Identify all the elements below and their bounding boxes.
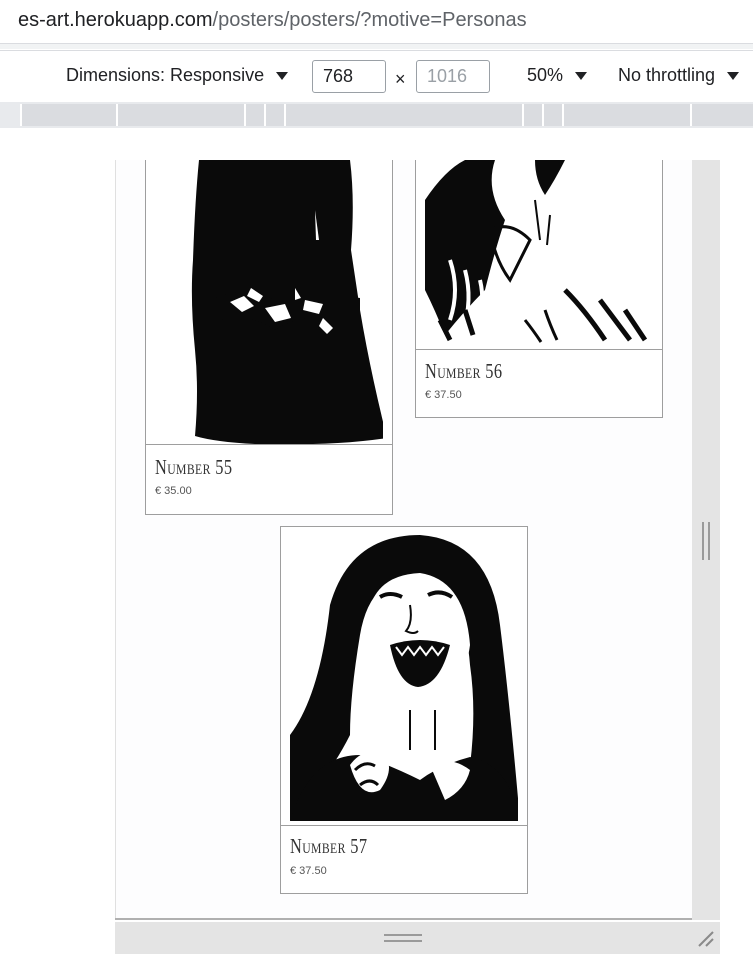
- product-price: € 35.00: [155, 485, 192, 497]
- ruler-segment[interactable]: [562, 104, 690, 126]
- caret-down-icon: [575, 71, 588, 80]
- ruler-segment[interactable]: [116, 104, 244, 126]
- ruler-segment[interactable]: [522, 104, 542, 126]
- poster-figure-hair: [425, 160, 653, 347]
- dimensions-label: Dimensions: Responsive: [66, 65, 265, 85]
- address-bar-divider: [0, 43, 753, 49]
- vertical-resize-grip-icon[interactable]: [702, 522, 710, 560]
- height-input[interactable]: 1016: [416, 60, 490, 93]
- product-caption: Number 55 € 35.00: [146, 444, 392, 514]
- ruler-segment[interactable]: [284, 104, 522, 126]
- horizontal-resize-grip-icon[interactable]: [384, 934, 422, 942]
- ruler-segment[interactable]: [244, 104, 264, 126]
- media-query-ruler: [0, 102, 753, 128]
- ruler-segment[interactable]: [264, 104, 284, 126]
- poster-figure-dress: [155, 160, 383, 445]
- dimensions-dropdown[interactable]: Dimensions: Responsive: [66, 65, 289, 86]
- zoom-dropdown[interactable]: 50%: [527, 65, 588, 86]
- product-image[interactable]: [155, 160, 383, 445]
- product-card[interactable]: Number 56 € 37.50: [415, 160, 663, 418]
- device-toolbar: Dimensions: Responsive 768 × 1016 50% No…: [0, 50, 753, 102]
- product-card[interactable]: Number 57 € 37.50: [280, 526, 528, 894]
- times-sign: ×: [395, 69, 406, 89]
- zoom-label: 50%: [527, 65, 564, 85]
- product-image[interactable]: [425, 160, 653, 347]
- width-input[interactable]: 768: [312, 60, 386, 93]
- url-text[interactable]: es-art.herokuapp.com/posters/posters/?mo…: [18, 9, 527, 32]
- product-title[interactable]: Number 57: [290, 834, 367, 859]
- caret-down-icon: [276, 71, 289, 80]
- poster-figure-laughing: [290, 535, 518, 821]
- product-caption: Number 56 € 37.50: [416, 349, 662, 417]
- product-price: € 37.50: [425, 389, 462, 401]
- product-caption: Number 57 € 37.50: [281, 825, 527, 893]
- address-bar[interactable]: es-art.herokuapp.com/posters/posters/?mo…: [0, 0, 753, 44]
- product-title[interactable]: Number 56: [425, 359, 502, 384]
- url-path: /posters/posters/?motive=Personas: [212, 9, 527, 31]
- ruler-segment[interactable]: [20, 104, 116, 126]
- product-price: € 37.50: [290, 865, 327, 877]
- product-title[interactable]: Number 55: [155, 455, 232, 480]
- corner-resize-icon[interactable]: [697, 930, 715, 948]
- throttling-dropdown[interactable]: No throttling: [618, 65, 740, 86]
- throttling-label: No throttling: [618, 65, 716, 85]
- ruler-segment[interactable]: [542, 104, 562, 126]
- product-image[interactable]: [290, 535, 518, 821]
- caret-down-icon: [727, 71, 740, 80]
- product-card[interactable]: Number 55 € 35.00: [145, 160, 393, 515]
- url-host: es-art.herokuapp.com: [18, 9, 213, 31]
- ruler-segment[interactable]: [690, 104, 753, 126]
- viewport-bottom-edge: [115, 918, 692, 920]
